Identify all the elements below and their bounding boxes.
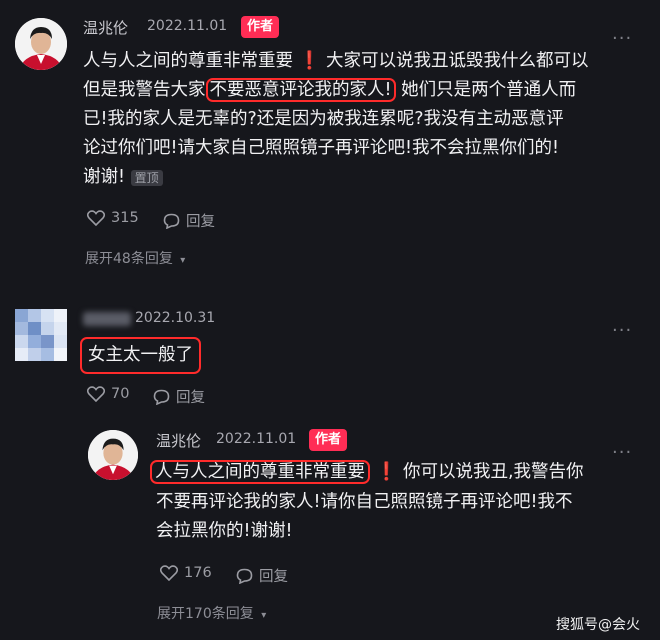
- comment-text-segment: 她们只是两个普通人而: [401, 80, 577, 100]
- comment-date: 2022.10.31: [135, 310, 216, 326]
- avatar[interactable]: [15, 309, 67, 361]
- highlight-box: 人与人之间的尊重非常重要: [150, 460, 370, 484]
- highlight-box: 女主太一般了: [80, 337, 201, 374]
- comment-text-segment: 人与人之间的尊重非常重要: [83, 51, 293, 71]
- comment-text-segment: 谢谢!: [83, 167, 126, 187]
- heart-icon: [87, 210, 105, 226]
- highlight-box: 不要恶意评论我的家人!: [205, 78, 396, 102]
- chevron-down-icon: ▾: [180, 255, 186, 266]
- reply-label: 回复: [176, 390, 205, 406]
- comment-text-line: 已!我的家人是无辜的?还是因为被我连累呢?我没有主动恶意评: [83, 109, 564, 129]
- speech-bubble-icon: [153, 389, 170, 405]
- like-count: 70: [111, 386, 130, 402]
- comment-text-line: 会拉黑你的!谢谢!: [156, 521, 293, 541]
- more-options-icon[interactable]: ···: [612, 442, 632, 463]
- chevron-down-icon: ▾: [261, 610, 267, 621]
- reply-button[interactable]: 回复: [236, 565, 288, 586]
- reply-button[interactable]: 回复: [153, 386, 205, 407]
- like-count: 315: [111, 210, 139, 226]
- expand-replies-link[interactable]: 展开170条回复 ▾: [157, 603, 266, 623]
- comment-date: 2022.11.01: [147, 18, 228, 34]
- pinned-badge: 置顶: [130, 170, 163, 186]
- reply-label: 回复: [186, 214, 215, 230]
- like-count: 176: [184, 565, 212, 581]
- blurred-username[interactable]: [83, 312, 131, 326]
- author-badge: 作者: [309, 429, 348, 451]
- reply-label: 回复: [259, 569, 288, 585]
- heart-icon: [160, 565, 178, 581]
- speech-bubble-icon: [163, 213, 180, 229]
- comment-text-line: 谢谢! 置顶: [83, 163, 163, 193]
- like-button[interactable]: 70: [87, 386, 129, 402]
- speech-bubble-icon: [236, 568, 253, 584]
- comment-text-line: 但是我警告大家 不要恶意评论我的家人! 她们只是两个普通人而: [83, 76, 576, 105]
- comment-text-segment: 你可以说我丑,我警告你: [402, 462, 584, 482]
- comment-text-line: 人与人之间的尊重非常重要 ❗ 你可以说我丑,我警告你: [150, 458, 584, 487]
- commenter-name[interactable]: 温兆伦: [83, 17, 128, 38]
- author-badge: 作者: [241, 16, 280, 38]
- avatar[interactable]: [15, 18, 67, 70]
- expand-replies-label: 展开170条回复: [157, 606, 254, 622]
- comment-text-segment: 但是我警告大家: [83, 80, 206, 100]
- red-exclamation-icon: ❗: [375, 462, 398, 482]
- comment-text-segment: 大家可以说我丑诋毁我什么都可以: [325, 51, 589, 71]
- commenter-name[interactable]: 温兆伦: [156, 430, 201, 451]
- red-exclamation-icon: ❗: [298, 51, 321, 71]
- heart-icon: [87, 386, 105, 402]
- watermark: 搜狐号@会火: [556, 617, 640, 633]
- expand-replies-label: 展开48条回复: [85, 251, 173, 267]
- comment-text-line: 不要再评论我的家人!请你自己照照镜子再评论吧!我不: [156, 492, 573, 512]
- like-button[interactable]: 315: [87, 210, 139, 226]
- like-button[interactable]: 176: [160, 565, 212, 581]
- expand-replies-link[interactable]: 展开48条回复 ▾: [85, 248, 185, 268]
- comment-text-line: 论过你们吧!请大家自己照照镜子再评论吧!我不会拉黑你们的!: [83, 138, 560, 158]
- reply-button[interactable]: 回复: [163, 210, 215, 231]
- avatar[interactable]: [88, 430, 138, 480]
- comment-text-line: 人与人之间的尊重非常重要 ❗ 大家可以说我丑诋毁我什么都可以: [83, 47, 588, 76]
- comment-date: 2022.11.01: [216, 431, 297, 447]
- more-options-icon[interactable]: ···: [612, 320, 632, 341]
- more-options-icon[interactable]: ···: [612, 28, 632, 49]
